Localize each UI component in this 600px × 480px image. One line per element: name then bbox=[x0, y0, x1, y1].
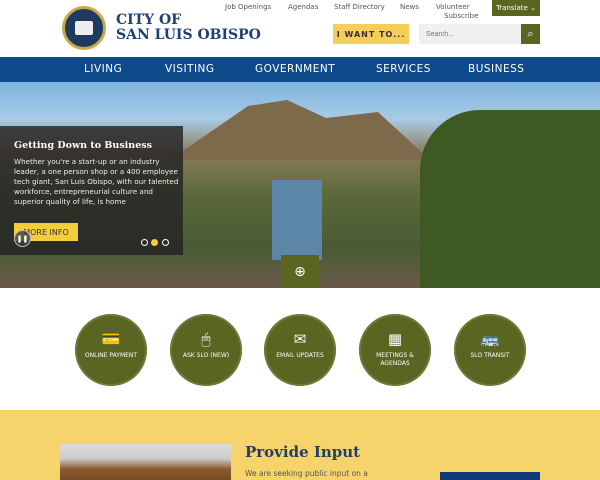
link-staff-directory[interactable]: Staff Directory bbox=[334, 3, 385, 11]
quick-link-label: EMAIL UPDATES bbox=[276, 352, 324, 359]
quick-link-label: SLO TRANSIT bbox=[470, 352, 510, 359]
logo-line-2: SAN LUIS OBISPO bbox=[116, 27, 261, 43]
logo-line-1: CITY OF bbox=[116, 12, 182, 28]
city-seal-logo[interactable] bbox=[62, 6, 106, 50]
quick-link-online-payment[interactable]: 💳 ONLINE PAYMENT bbox=[75, 314, 147, 386]
nav-government[interactable]: GOVERNMENT bbox=[255, 63, 335, 75]
slide-dot-1[interactable] bbox=[141, 239, 148, 246]
city-logo-text[interactable]: CITY OF SAN LUIS OBISPO bbox=[116, 13, 261, 43]
hero-trees bbox=[420, 110, 600, 288]
translate-button[interactable]: Translate ⌄ bbox=[492, 0, 540, 16]
search-icon[interactable]: ⌕ bbox=[521, 24, 540, 44]
quick-link-slo-transit[interactable]: 🚌 SLO TRANSIT bbox=[454, 314, 526, 386]
nav-services[interactable]: SERVICES bbox=[376, 63, 431, 75]
quick-link-label: ONLINE PAYMENT bbox=[84, 352, 138, 359]
slide-dot-3[interactable] bbox=[162, 239, 169, 246]
nav-business[interactable]: BUSINESS bbox=[468, 63, 524, 75]
quick-link-meetings-agendas[interactable]: ▦ MEETINGS & AGENDAS bbox=[359, 314, 431, 386]
notebook-icon: ▦ bbox=[387, 330, 403, 348]
provide-input-body: We are seeking public input on a bbox=[245, 469, 368, 478]
provide-input-button[interactable] bbox=[440, 472, 540, 480]
i-want-to-button[interactable]: I WANT TO... bbox=[333, 24, 409, 44]
pause-icon[interactable]: ❚❚ bbox=[14, 230, 31, 247]
envelope-icon: ✉ bbox=[293, 330, 307, 348]
provide-input-title: Provide Input bbox=[245, 443, 361, 461]
council-chamber-photo bbox=[60, 444, 231, 480]
bus-icon: 🚌 bbox=[480, 330, 500, 348]
link-job-openings[interactable]: Job Openings bbox=[225, 3, 271, 11]
link-subscribe[interactable]: Subscribe bbox=[444, 12, 478, 20]
link-agendas[interactable]: Agendas bbox=[288, 3, 318, 11]
hero-body: Whether you're a start-up or an industry… bbox=[14, 157, 179, 206]
mouse-icon: 🖱 bbox=[201, 330, 211, 348]
quick-link-ask-slo[interactable]: 🖱 ASK SLO (NEW) bbox=[170, 314, 242, 386]
quick-link-email-updates[interactable]: ✉ EMAIL UPDATES bbox=[264, 314, 336, 386]
link-volunteer[interactable]: Volunteer bbox=[436, 3, 470, 11]
link-news[interactable]: News bbox=[400, 3, 419, 11]
scroll-down-icon[interactable]: ⊕ bbox=[281, 255, 319, 288]
hero-title: Getting Down to Business bbox=[14, 140, 152, 151]
nav-visiting[interactable]: VISITING bbox=[165, 63, 215, 75]
credit-card-icon: 💳 bbox=[101, 330, 121, 348]
quick-link-label: MEETINGS & AGENDAS bbox=[376, 352, 414, 367]
hero-building bbox=[272, 180, 322, 260]
nav-living[interactable]: LIVING bbox=[84, 63, 122, 75]
search-input[interactable] bbox=[419, 24, 521, 44]
slide-dot-2-active[interactable] bbox=[151, 239, 158, 246]
main-nav: LIVING VISITING GOVERNMENT SERVICES BUSI… bbox=[0, 57, 600, 82]
quick-link-label: ASK SLO (NEW) bbox=[182, 352, 230, 359]
